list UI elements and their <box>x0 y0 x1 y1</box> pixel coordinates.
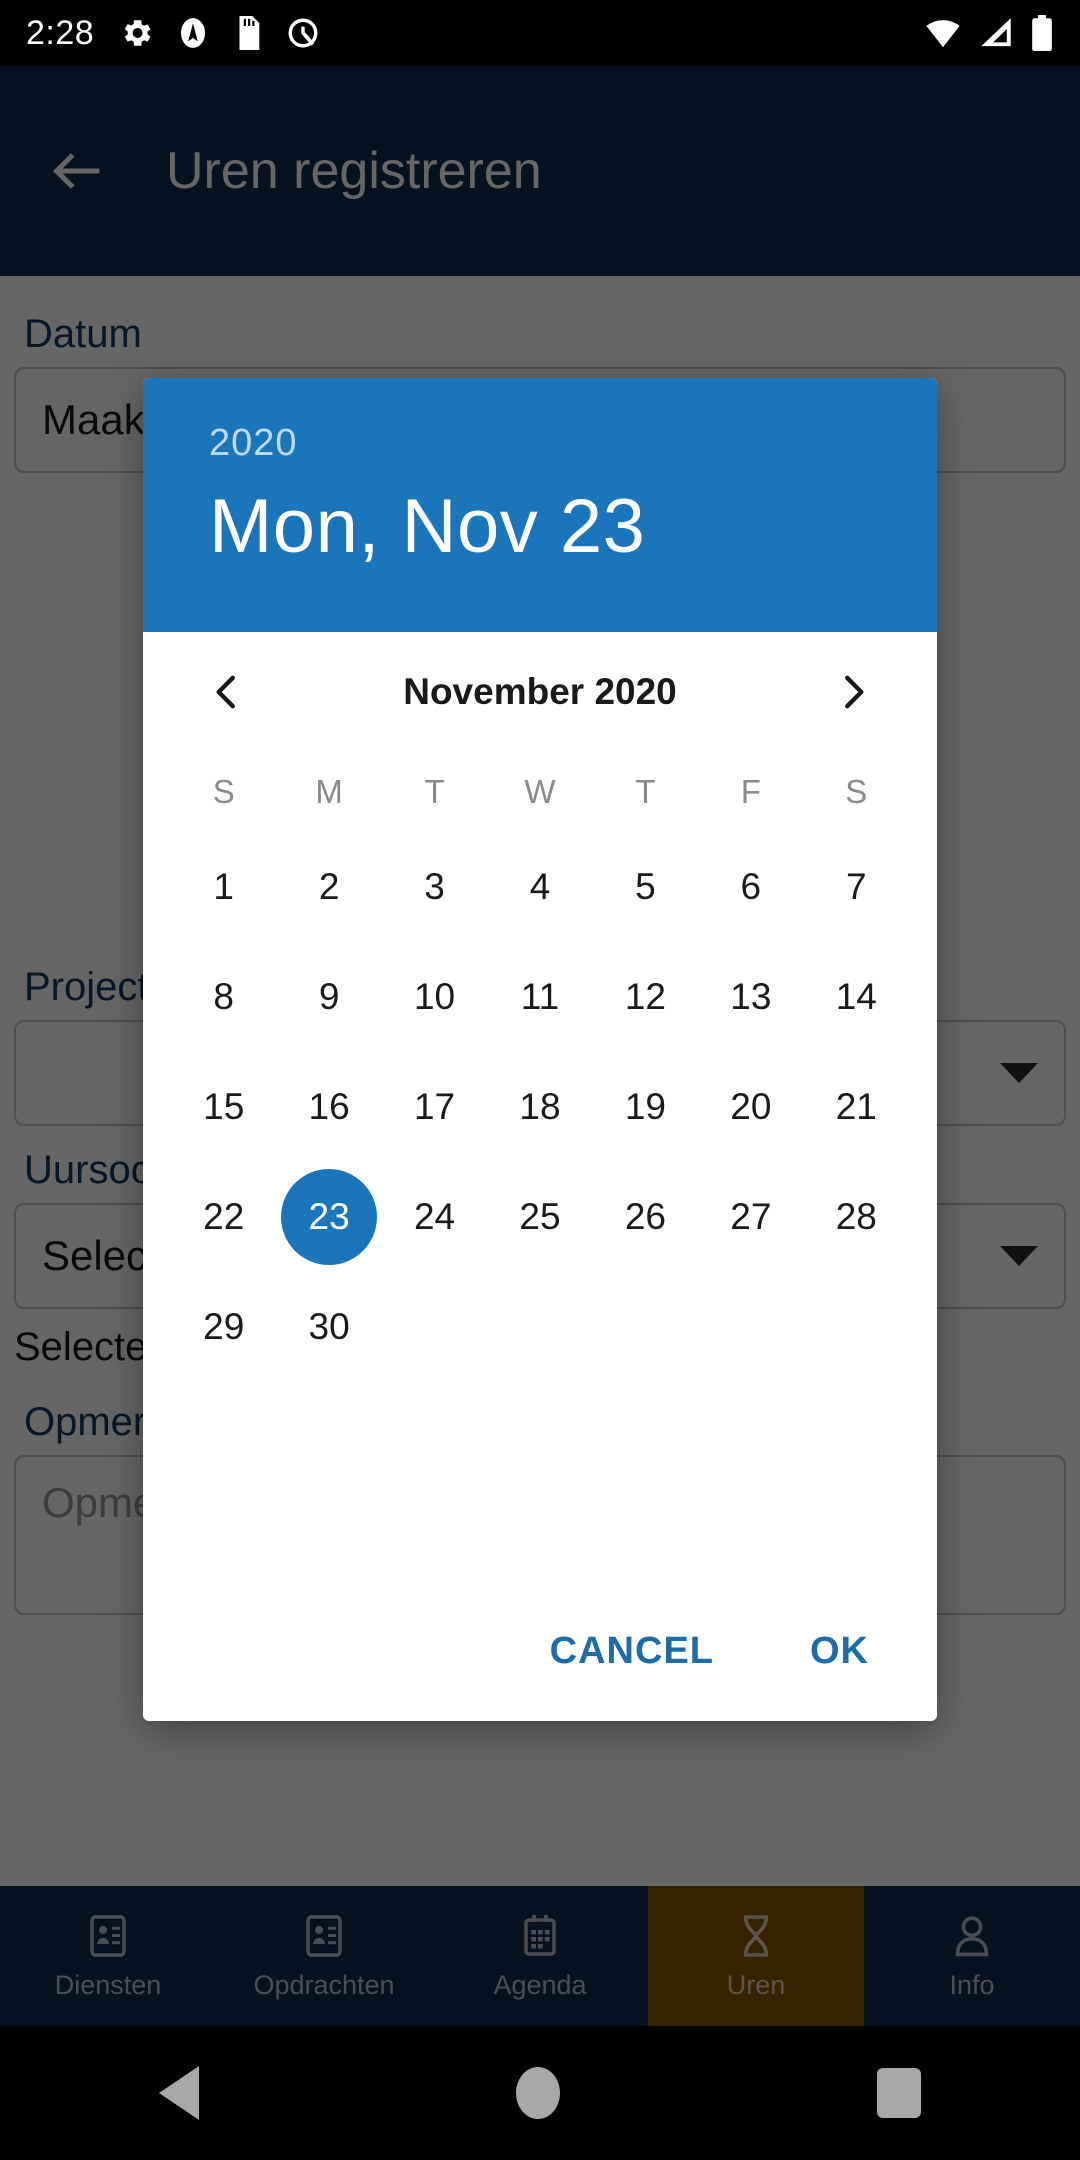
chevron-right-icon <box>845 675 864 709</box>
calendar-day-9[interactable]: 9 <box>276 942 381 1052</box>
weekday-header: S <box>212 773 235 810</box>
calendar-day-20[interactable]: 20 <box>698 1052 803 1162</box>
calendar-day-number: 13 <box>730 976 772 1017</box>
status-bar: 2:28 <box>0 0 1080 66</box>
android-navigation-bar <box>0 2026 1080 2160</box>
calendar-day-selected: 23 <box>281 1169 378 1265</box>
calendar-day-27[interactable]: 27 <box>698 1162 803 1272</box>
adblock-icon <box>181 18 206 48</box>
calendar-day-number: 12 <box>624 976 666 1017</box>
calendar-day-number: 27 <box>730 1196 772 1237</box>
wifi-icon <box>926 20 960 48</box>
calendar-day-number: 7 <box>845 866 867 907</box>
calendar-day-17[interactable]: 17 <box>382 1052 487 1162</box>
calendar-day-23[interactable]: 23 <box>276 1162 381 1272</box>
calendar-day-3[interactable]: 3 <box>382 832 487 942</box>
cellular-signal-icon <box>981 18 1011 47</box>
calendar-day-24[interactable]: 24 <box>382 1162 487 1272</box>
battery-icon <box>1032 15 1052 51</box>
calendar-day-26[interactable]: 26 <box>593 1162 698 1272</box>
calendar-day-number: 29 <box>203 1306 245 1347</box>
ok-button[interactable]: OK <box>788 1612 891 1691</box>
selected-date-headline[interactable]: Mon, Nov 23 <box>209 483 871 570</box>
calendar-day-number: 30 <box>308 1306 350 1347</box>
calendar-day-number: 28 <box>835 1196 877 1237</box>
calendar-day-number: 25 <box>519 1196 561 1237</box>
calendar-day-number: 6 <box>740 866 762 907</box>
calendar-day-number: 22 <box>203 1196 245 1237</box>
calendar-day-number: 14 <box>835 976 877 1017</box>
calendar-day-1[interactable]: 1 <box>171 832 276 942</box>
calendar-day-8[interactable]: 8 <box>171 942 276 1052</box>
dialog-actions: CANCEL OK <box>143 1581 937 1721</box>
calendar-day-5[interactable]: 5 <box>593 832 698 942</box>
weekday-header: S <box>845 773 868 810</box>
calendar-day-number: 24 <box>413 1196 456 1237</box>
calendar-day-number: 3 <box>424 866 445 907</box>
calendar-day-2[interactable]: 2 <box>276 832 381 942</box>
weekday-header-row: SMTWTFS <box>171 752 909 832</box>
calendar-day-16[interactable]: 16 <box>276 1052 381 1162</box>
calendar-day-21[interactable]: 21 <box>804 1052 909 1162</box>
calendar-day-number: 1 <box>213 866 234 907</box>
phone-screen: 2:28 2020 Mon, Nov 23 November 2020 S M … <box>0 0 1080 2160</box>
calendar-day-number: 11 <box>520 976 560 1017</box>
calendar-day-28[interactable]: 28 <box>804 1162 909 1272</box>
previous-month-button[interactable] <box>195 660 259 724</box>
calendar-day-4[interactable]: 4 <box>487 832 592 942</box>
month-navigation: November 2020 <box>171 632 909 752</box>
calendar-day-22[interactable]: 22 <box>171 1162 276 1272</box>
calendar-day-10[interactable]: 10 <box>382 942 487 1052</box>
date-picker-header: 2020 Mon, Nov 23 <box>143 378 937 632</box>
calendar-day-number: 10 <box>413 976 456 1017</box>
calendar-day-number: 18 <box>519 1086 561 1127</box>
next-month-button[interactable] <box>821 660 885 724</box>
status-clock: 2:28 <box>26 13 95 52</box>
calendar-day-number: 19 <box>624 1086 666 1127</box>
weekday-header: T <box>635 773 656 810</box>
calendar-day-18[interactable]: 18 <box>487 1052 592 1162</box>
calendar-day-13[interactable]: 13 <box>698 942 803 1052</box>
calendar-day-14[interactable]: 14 <box>804 942 909 1052</box>
status-left-icons <box>120 16 320 50</box>
date-picker-body: November 2020 SMTWTFS 1 2 3 4 5 6 7 8 9 10 11 12 13 1… <box>143 632 937 1382</box>
weekday-header: T <box>424 773 445 810</box>
calendar-day-number: 2 <box>318 866 340 907</box>
weekday-header: W <box>524 773 556 810</box>
calendar-day-number: 17 <box>413 1086 456 1127</box>
calendar-day-12[interactable]: 12 <box>593 942 698 1052</box>
home-circle-icon[interactable] <box>515 2067 560 2119</box>
date-picker-dialog: 2020 Mon, Nov 23 November 2020 S M T W T F S 1… <box>143 378 937 1721</box>
calendar-day-number: 4 <box>529 866 551 907</box>
selected-year[interactable]: 2020 <box>209 422 871 465</box>
calendar-day-30[interactable]: 30 <box>276 1272 381 1382</box>
calendar-days-grid: 1 2 3 4 5 6 7 8 9 10 11 12 13 14 15 16 17 18 19 20 21 22 23 24 2… <box>171 832 909 1382</box>
calendar-day-19[interactable]: 19 <box>593 1052 698 1162</box>
calendar-day-number: 26 <box>624 1196 666 1237</box>
calendar-day-number: 9 <box>318 976 340 1017</box>
calendar-day-number: 5 <box>635 866 656 907</box>
calendar-day-7[interactable]: 7 <box>804 832 909 942</box>
current-month-label: November 2020 <box>403 671 677 712</box>
weekday-header: M <box>315 773 343 810</box>
calendar-day-29[interactable]: 29 <box>171 1272 276 1382</box>
calendar-day-11[interactable]: 11 <box>487 942 592 1052</box>
calendar-day-number: 8 <box>213 976 234 1017</box>
sdcard-icon <box>239 16 260 50</box>
calendar-day-15[interactable]: 15 <box>171 1052 276 1162</box>
back-triangle-icon[interactable] <box>158 2066 199 2120</box>
cancel-button[interactable]: CANCEL <box>528 1612 736 1691</box>
calendar-day-number: 16 <box>308 1086 350 1127</box>
weekday-header: F <box>740 773 761 810</box>
chevron-left-icon <box>216 675 235 709</box>
calendar-day-number: 21 <box>835 1086 877 1127</box>
calendar-day-25[interactable]: 25 <box>487 1162 592 1272</box>
gear-icon <box>125 20 151 46</box>
quick-settings-icon <box>288 18 318 48</box>
calendar-day-number: 15 <box>203 1086 245 1127</box>
recents-square-icon[interactable] <box>877 2068 922 2118</box>
calendar-day-number: 20 <box>730 1086 772 1127</box>
calendar-day-6[interactable]: 6 <box>698 832 803 942</box>
status-right-icons <box>924 15 1054 51</box>
